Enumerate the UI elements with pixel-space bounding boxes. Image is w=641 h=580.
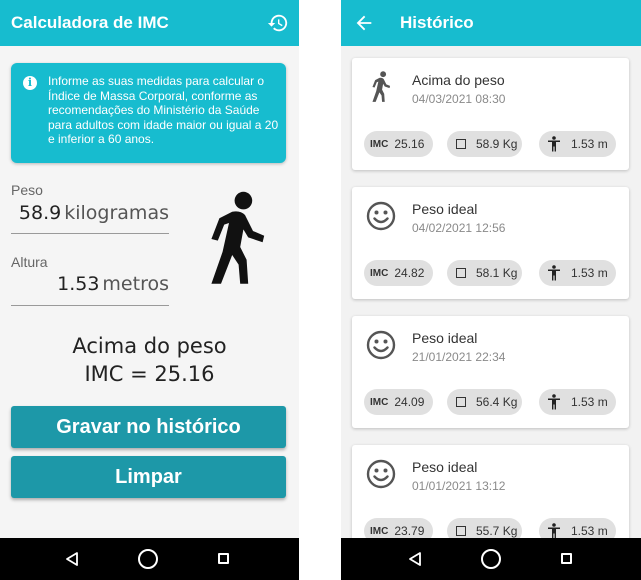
- altura-chip-value: 1.53 m: [571, 395, 608, 409]
- imc-chip-label: IMC: [370, 267, 389, 279]
- page-title: Calculadora de IMC: [11, 13, 169, 32]
- scale-icon: [456, 397, 466, 407]
- system-navbar: [0, 538, 299, 580]
- imc-chip-label: IMC: [370, 138, 389, 150]
- peso-underline: [11, 233, 169, 234]
- card-date: 04/02/2021 12:56: [412, 221, 506, 235]
- altura-value: 1.53: [57, 273, 100, 295]
- history-icon[interactable]: [267, 12, 289, 34]
- history-screen: Histórico Acima do peso 04/03/2021 08:30…: [341, 0, 641, 580]
- imc-chip-value: 24.82: [394, 266, 425, 280]
- peso-chip: 58.9 Kg: [447, 131, 522, 157]
- app-bar: Histórico: [341, 0, 641, 46]
- altura-chip: 1.53 m: [539, 260, 616, 286]
- nav-recents-icon[interactable]: [561, 553, 572, 564]
- app-bar: Calculadora de IMC: [0, 0, 299, 46]
- peso-chip-value: 58.9 Kg: [476, 137, 518, 151]
- card-date: 01/01/2021 13:12: [412, 479, 506, 493]
- peso-chip: 58.1 Kg: [447, 260, 522, 286]
- nav-home-icon[interactable]: [481, 549, 501, 569]
- peso-label: Peso: [11, 182, 43, 198]
- scale-icon: [456, 268, 466, 278]
- result-status: Acima do peso: [72, 334, 227, 358]
- height-person-icon: [548, 136, 560, 152]
- info-banner: i Informe as suas medidas para calcular …: [11, 63, 286, 163]
- info-icon: i: [23, 76, 37, 90]
- peso-chip-value: 58.1 Kg: [476, 266, 518, 280]
- peso-chip: 56.4 Kg: [447, 389, 522, 415]
- height-person-icon: [548, 265, 560, 281]
- altura-underline: [11, 305, 169, 306]
- altura-unit: metros: [102, 273, 169, 295]
- system-navbar: [341, 538, 641, 580]
- peso-input[interactable]: 58.9 kilogramas: [19, 202, 169, 224]
- altura-chip-value: 1.53 m: [571, 524, 608, 538]
- peso-chip-value: 56.4 Kg: [476, 395, 518, 409]
- imc-chip-label: IMC: [370, 396, 389, 408]
- calculator-screen: Calculadora de IMC i Informe as suas med…: [0, 0, 299, 580]
- card-status: Acima do peso: [412, 72, 505, 88]
- history-card[interactable]: Acima do peso 04/03/2021 08:30 IMC 25.16 …: [352, 58, 629, 170]
- card-status: Peso ideal: [412, 330, 478, 346]
- nav-recents-icon[interactable]: [218, 553, 229, 564]
- clear-button[interactable]: Limpar: [11, 456, 286, 498]
- smiley-icon: [366, 459, 396, 489]
- height-person-icon: [548, 523, 560, 539]
- arrow-back-icon[interactable]: [353, 12, 375, 34]
- history-card[interactable]: Peso ideal 21/01/2021 22:34 IMC 24.09 56.…: [352, 316, 629, 428]
- altura-chip-value: 1.53 m: [571, 137, 608, 151]
- altura-input[interactable]: 1.53 metros: [57, 273, 169, 295]
- smiley-icon: [366, 330, 396, 360]
- altura-chip: 1.53 m: [539, 389, 616, 415]
- result-imc: IMC = 25.16: [84, 362, 215, 386]
- height-person-icon: [548, 394, 560, 410]
- info-text: Informe as suas medidas para calcular o …: [48, 74, 279, 146]
- altura-chip-value: 1.53 m: [571, 266, 608, 280]
- card-date: 04/03/2021 08:30: [412, 92, 506, 106]
- card-status: Peso ideal: [412, 201, 478, 217]
- peso-value: 58.9: [18, 202, 62, 224]
- imc-chip: IMC 25.16: [364, 131, 433, 157]
- scale-icon: [456, 526, 466, 536]
- page-title: Histórico: [400, 13, 474, 32]
- imc-chip-value: 23.79: [394, 524, 425, 538]
- imc-chip-value: 25.16: [394, 137, 425, 151]
- peso-unit: kilogramas: [64, 202, 169, 224]
- altura-chip: 1.53 m: [539, 131, 616, 157]
- walking-person-icon: [372, 71, 391, 102]
- nav-back-icon[interactable]: [64, 551, 80, 567]
- peso-chip-value: 55.7 Kg: [476, 524, 518, 538]
- imc-chip: IMC 24.82: [364, 260, 433, 286]
- history-card[interactable]: Peso ideal 04/02/2021 12:56 IMC 24.82 58.…: [352, 187, 629, 299]
- card-status: Peso ideal: [412, 459, 478, 475]
- nav-back-icon[interactable]: [407, 551, 423, 567]
- card-date: 21/01/2021 22:34: [412, 350, 506, 364]
- altura-label: Altura: [11, 254, 48, 270]
- nav-home-icon[interactable]: [138, 549, 158, 569]
- imc-chip-label: IMC: [370, 525, 389, 537]
- imc-chip-value: 24.09: [394, 395, 425, 409]
- smiley-icon: [366, 201, 396, 231]
- walking-person-icon: [211, 191, 265, 284]
- scale-icon: [456, 139, 466, 149]
- save-history-button[interactable]: Gravar no histórico: [11, 406, 286, 448]
- imc-chip: IMC 24.09: [364, 389, 433, 415]
